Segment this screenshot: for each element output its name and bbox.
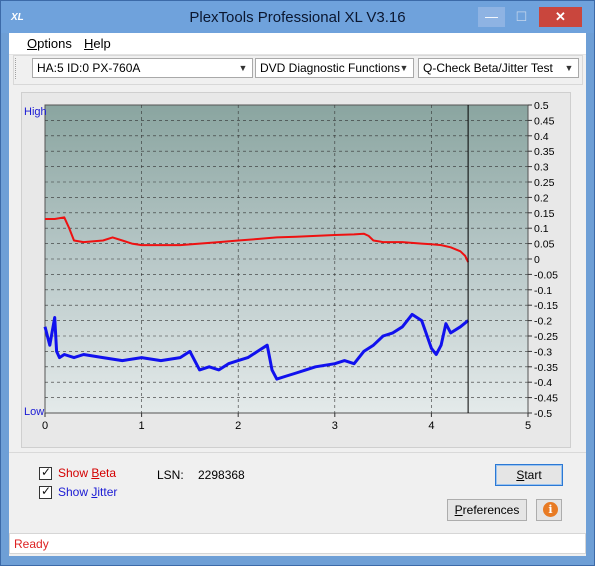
y-tick-label: 0.05 — [534, 239, 555, 251]
y-tick-label: -0.15 — [534, 300, 558, 312]
x-tick-label: 5 — [525, 420, 531, 432]
function-select[interactable]: DVD Diagnostic Functions ▼ — [255, 58, 414, 78]
x-tick-label: 2 — [235, 420, 241, 432]
title-bar[interactable]: XL PlexTools Professional XL V3.16 — ☐ ✕ — [1, 1, 594, 33]
x-tick-label: 3 — [332, 420, 338, 432]
drive-select[interactable]: HA:5 ID:0 PX-760A ▼ — [32, 58, 253, 78]
chevron-down-icon: ▼ — [564, 63, 574, 73]
menu-options[interactable]: Options — [27, 36, 72, 51]
y-tick-label: 0.45 — [534, 115, 555, 127]
y-tick-label: 0.2 — [534, 192, 549, 204]
chevron-down-icon: ▼ — [238, 63, 248, 73]
y-tick-label: -0.3 — [534, 346, 552, 358]
show-jitter-label: Show Jitter — [58, 485, 118, 499]
chart-panel: 0 1 2 3 4 5 0.5 0.45 0.4 0.35 0.3 0.25 0.2 0.15 0.1 0.… — [21, 92, 571, 448]
show-beta-label: Show Beta — [58, 466, 117, 480]
window-title: PlexTools Professional XL V3.16 — [189, 9, 406, 26]
menu-help[interactable]: Help — [84, 36, 111, 51]
y-tick-label: 0.3 — [534, 162, 549, 174]
x-tick-label: 0 — [42, 420, 48, 432]
checkbox-box[interactable]: ✓ — [39, 465, 52, 480]
client-area: Options Help HA:5 ID:0 PX-760A ▼ DVD Dia… — [9, 33, 586, 556]
status-text: Ready — [14, 537, 49, 551]
maximize-button[interactable]: ☐ — [508, 7, 535, 27]
y-tick-label: 0.1 — [534, 223, 549, 235]
y-tick-label: -0.5 — [534, 408, 552, 420]
start-button[interactable]: Start — [495, 464, 563, 486]
y-tick-label: 0.25 — [534, 177, 555, 189]
test-select[interactable]: Q-Check Beta/Jitter Test ▼ — [418, 58, 579, 78]
minimize-button[interactable]: — — [478, 7, 505, 27]
left-axis-high-label: High — [24, 106, 47, 118]
y-tick-label: 0.35 — [534, 146, 555, 158]
check-icon: ✓ — [41, 465, 52, 479]
beta-jitter-chart: 0 1 2 3 4 5 0.5 0.45 0.4 0.35 0.3 0.25 0.2 0.15 0.1 0.… — [24, 100, 558, 432]
check-icon: ✓ — [41, 484, 52, 498]
y-tick-label: -0.25 — [534, 331, 558, 343]
y-tick-label: 0.5 — [534, 100, 549, 112]
separator — [9, 452, 586, 453]
y-tick-label: -0.4 — [534, 377, 552, 389]
y-tick-label: -0.05 — [534, 269, 558, 281]
y-tick-label: 0 — [534, 254, 540, 266]
app-window: XL PlexTools Professional XL V3.16 — ☐ ✕… — [0, 0, 595, 566]
preferences-button[interactable]: Preferences — [447, 499, 527, 521]
lsn-label: LSN: — [157, 468, 184, 482]
info-icon: i — [543, 502, 558, 517]
y-tick-label: 0.4 — [534, 131, 549, 143]
lsn-value: 2298368 — [198, 468, 245, 482]
x-tick-label: 4 — [428, 420, 434, 432]
info-button[interactable]: i — [536, 499, 562, 521]
y-tick-label: -0.1 — [534, 285, 552, 297]
left-axis-low-label: Low — [24, 406, 44, 418]
y-tick-label: -0.35 — [534, 362, 558, 374]
y-tick-label: -0.45 — [534, 393, 558, 405]
menu-bar: Options Help — [9, 33, 586, 55]
checkbox-box[interactable]: ✓ — [39, 484, 52, 499]
x-tick-label: 1 — [139, 420, 145, 432]
close-button[interactable]: ✕ — [539, 7, 582, 27]
toolbar-grip[interactable] — [15, 58, 19, 79]
y-tick-label: 0.15 — [534, 208, 555, 220]
y-tick-label: -0.2 — [534, 316, 552, 328]
chevron-down-icon: ▼ — [399, 63, 409, 73]
status-bar: Ready — [9, 533, 586, 554]
